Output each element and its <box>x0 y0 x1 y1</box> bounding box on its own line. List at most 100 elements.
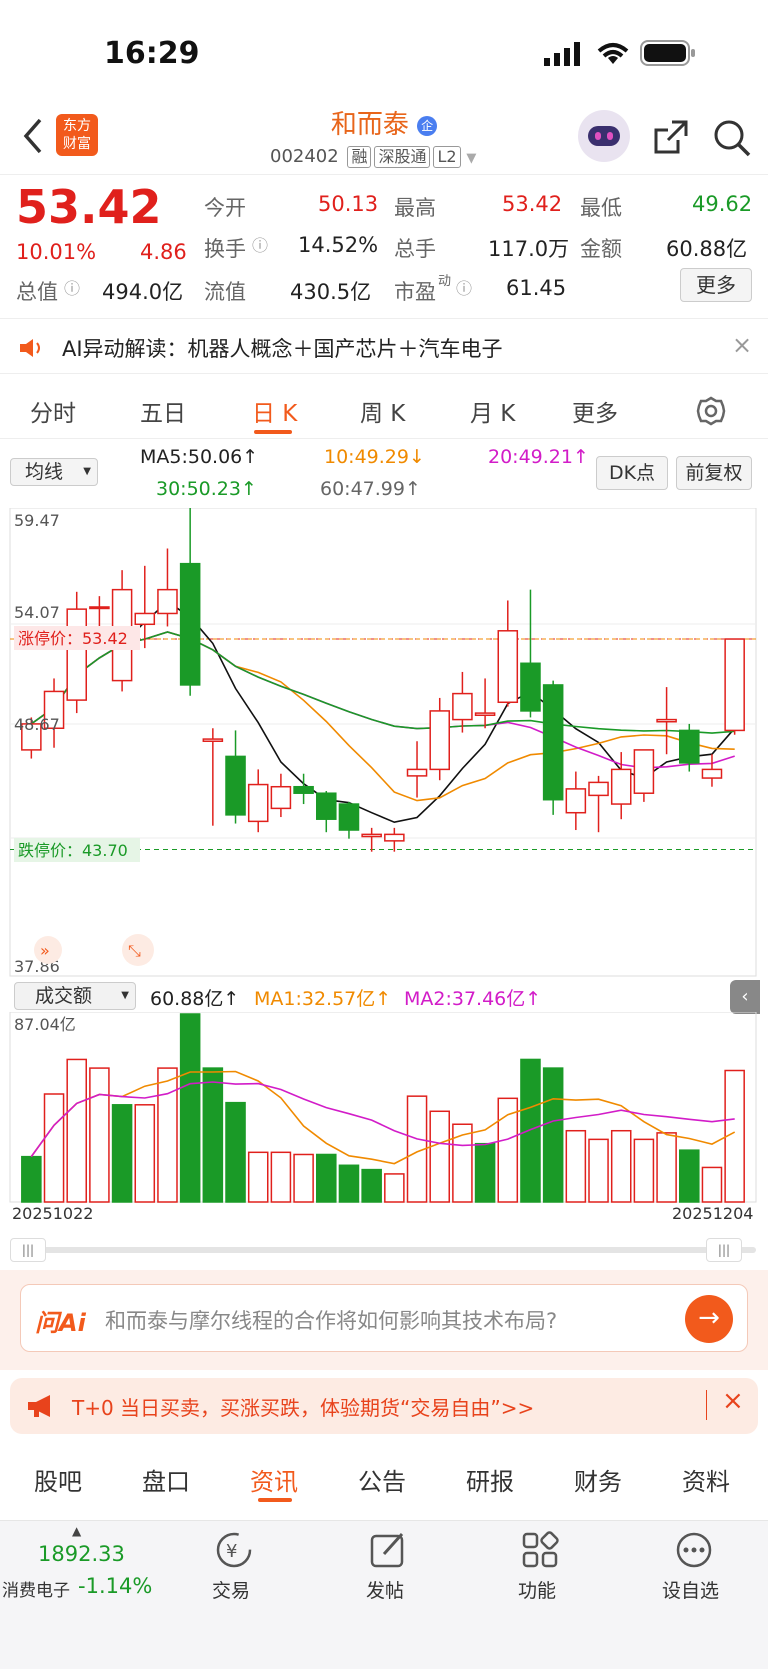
volume-label: 总手 <box>394 237 436 261</box>
svg-text:¥: ¥ <box>226 1541 237 1562</box>
nav-post[interactable]: 发帖 <box>366 1576 404 1603</box>
abs-change: 4.86 <box>140 240 187 264</box>
candle-down <box>338 803 360 831</box>
nav-functions[interactable]: 功能 <box>518 1576 556 1603</box>
tab-weekly-k[interactable]: 周 K <box>360 394 405 428</box>
low-label: 最低 <box>580 196 622 220</box>
more-quote-button[interactable]: 更多 <box>680 268 752 302</box>
tab-monthly-k[interactable]: 月 K <box>470 394 515 428</box>
nav-add-watchlist[interactable]: 设自选 <box>662 1576 719 1603</box>
info-dots-icon[interactable]: ⓘ <box>456 275 472 299</box>
ask-ai-placeholder: 和而泰与摩尔线程的合作将如何影响其技术布局? <box>105 1309 558 1333</box>
stock-code: 002402 <box>270 146 339 167</box>
pct-change: 10.01% <box>16 240 97 264</box>
grid-icon[interactable] <box>520 1530 560 1570</box>
volume-bar-down <box>474 1142 496 1203</box>
close-icon[interactable]: × <box>722 1386 744 1416</box>
tab-five-day[interactable]: 五日 <box>140 394 186 428</box>
tab-news[interactable]: 资讯 <box>250 1462 298 1497</box>
volume-chart[interactable]: 87.04亿 <box>0 1012 768 1206</box>
tab-daily-k[interactable]: 日 K <box>252 394 297 428</box>
ma-select[interactable]: 均线 ▼ <box>10 458 98 486</box>
trade-icon[interactable]: ¥ <box>214 1530 254 1570</box>
candle-down <box>316 792 337 820</box>
high-label: 最高 <box>394 196 436 220</box>
volume-bar-up <box>43 1093 65 1203</box>
range-slider-right-handle[interactable]: ||| <box>706 1238 742 1262</box>
candle-up <box>701 768 723 779</box>
candle-down <box>542 684 564 801</box>
vol-ma1-readout: MA1:32.57亿↑ <box>254 988 392 1010</box>
range-slider-track[interactable] <box>12 1247 756 1253</box>
candle-up <box>134 612 156 626</box>
chevron-down-icon: ▼ <box>466 151 477 166</box>
open-value: 50.13 <box>318 192 379 216</box>
index-name[interactable]: 消费电子 <box>2 1576 70 1601</box>
enterprise-badge-icon: 企 <box>417 115 438 136</box>
ma60-readout: 60:47.99↑ <box>320 478 421 500</box>
volume-bar-down <box>316 1153 337 1203</box>
volume-bar-down <box>542 1067 564 1203</box>
index-pct[interactable]: -1.14% <box>78 1574 152 1598</box>
volume-bar-up <box>157 1067 178 1203</box>
candlestick-chart[interactable]: 59.47 54.07 48.67 37.86 涨停价：53.42 跌停价：43… <box>0 508 768 978</box>
volume-bar-up <box>247 1151 269 1203</box>
tab-intraday[interactable]: 分时 <box>30 394 76 428</box>
ma5-readout: MA5:50.06↑ <box>140 446 259 468</box>
more-dots-icon[interactable] <box>674 1530 714 1570</box>
share-icon[interactable] <box>652 118 690 156</box>
volume-bar-down <box>111 1104 133 1203</box>
promo-banner[interactable]: T+0 当日买卖，买涨买跌，体验期货“交易自由”>> × <box>10 1378 758 1434</box>
range-slider-left-handle[interactable]: ||| <box>10 1238 46 1262</box>
info-dots-icon[interactable]: ⓘ <box>64 275 80 299</box>
volume-bar-up <box>134 1104 156 1203</box>
volume-bar-up <box>66 1058 87 1203</box>
edit-icon[interactable] <box>368 1530 408 1570</box>
search-icon[interactable] <box>712 118 752 158</box>
ask-ai-input[interactable]: 问Ai 和而泰与摩尔线程的合作将如何影响其技术布局? → <box>20 1284 748 1352</box>
tag-margin: 融 <box>347 146 372 168</box>
ma20-line <box>30 631 735 769</box>
candle-up <box>610 768 632 805</box>
volume-amount-readout: 60.88亿↑ <box>150 988 240 1010</box>
ai-anomaly-bar[interactable]: AI异动解读：机器人概念＋国产芯片＋汽车电子 × <box>0 318 768 374</box>
turnover-value: 14.52% <box>298 233 379 257</box>
amount-label: 金额 <box>580 237 622 261</box>
tab-announcements[interactable]: 公告 <box>358 1462 406 1497</box>
candle-down <box>520 662 541 712</box>
volume-bar-up <box>429 1110 450 1203</box>
candle-down <box>225 755 246 816</box>
collapse-panel-icon[interactable]: ‹ <box>730 980 760 1014</box>
volume-bar-up <box>610 1129 632 1203</box>
ai-robot-avatar[interactable] <box>578 110 630 162</box>
y-axis-top-label: 59.47 <box>14 511 60 530</box>
adjust-button[interactable]: 前复权 <box>676 456 752 490</box>
candle-up <box>633 749 655 794</box>
candle-up <box>66 608 87 701</box>
volume-value: 117.0万 <box>488 237 570 261</box>
arrow-right-icon[interactable]: → <box>685 1295 733 1343</box>
ai-anomaly-text: AI异动解读：机器人概念＋国产芯片＋汽车电子 <box>62 337 503 361</box>
nav-trade[interactable]: 交易 <box>212 1576 250 1603</box>
gear-icon[interactable] <box>696 396 726 426</box>
volume-bar-up <box>89 1067 110 1203</box>
volume-select[interactable]: 成交额 ▼ <box>14 982 136 1010</box>
dk-point-button[interactable]: DK点 <box>596 456 668 490</box>
tab-finance[interactable]: 财务 <box>574 1462 622 1497</box>
tab-guba[interactable]: 股吧 <box>34 1462 82 1497</box>
tab-research[interactable]: 研报 <box>466 1462 514 1497</box>
pe-value: 61.45 <box>506 276 567 300</box>
index-value[interactable]: 1892.33 <box>38 1542 125 1566</box>
tab-more[interactable]: 更多 <box>572 394 618 428</box>
volume-bar-down <box>361 1168 382 1203</box>
tab-orderbook[interactable]: 盘口 <box>142 1462 190 1497</box>
stock-code-row[interactable]: 002402 融深股通 L2 ▼ <box>270 146 476 168</box>
date-end-label: 20251204 <box>672 1204 754 1223</box>
tab-profile[interactable]: 资料 <box>682 1462 730 1497</box>
y-axis-low-label: 48.67 <box>14 715 60 734</box>
volume-bar-down <box>179 1013 201 1203</box>
chevrons-icon: » <box>40 941 50 960</box>
info-dots-icon[interactable]: ⓘ <box>252 232 268 256</box>
close-icon[interactable]: × <box>732 331 752 359</box>
volume-bar-up <box>384 1173 405 1203</box>
